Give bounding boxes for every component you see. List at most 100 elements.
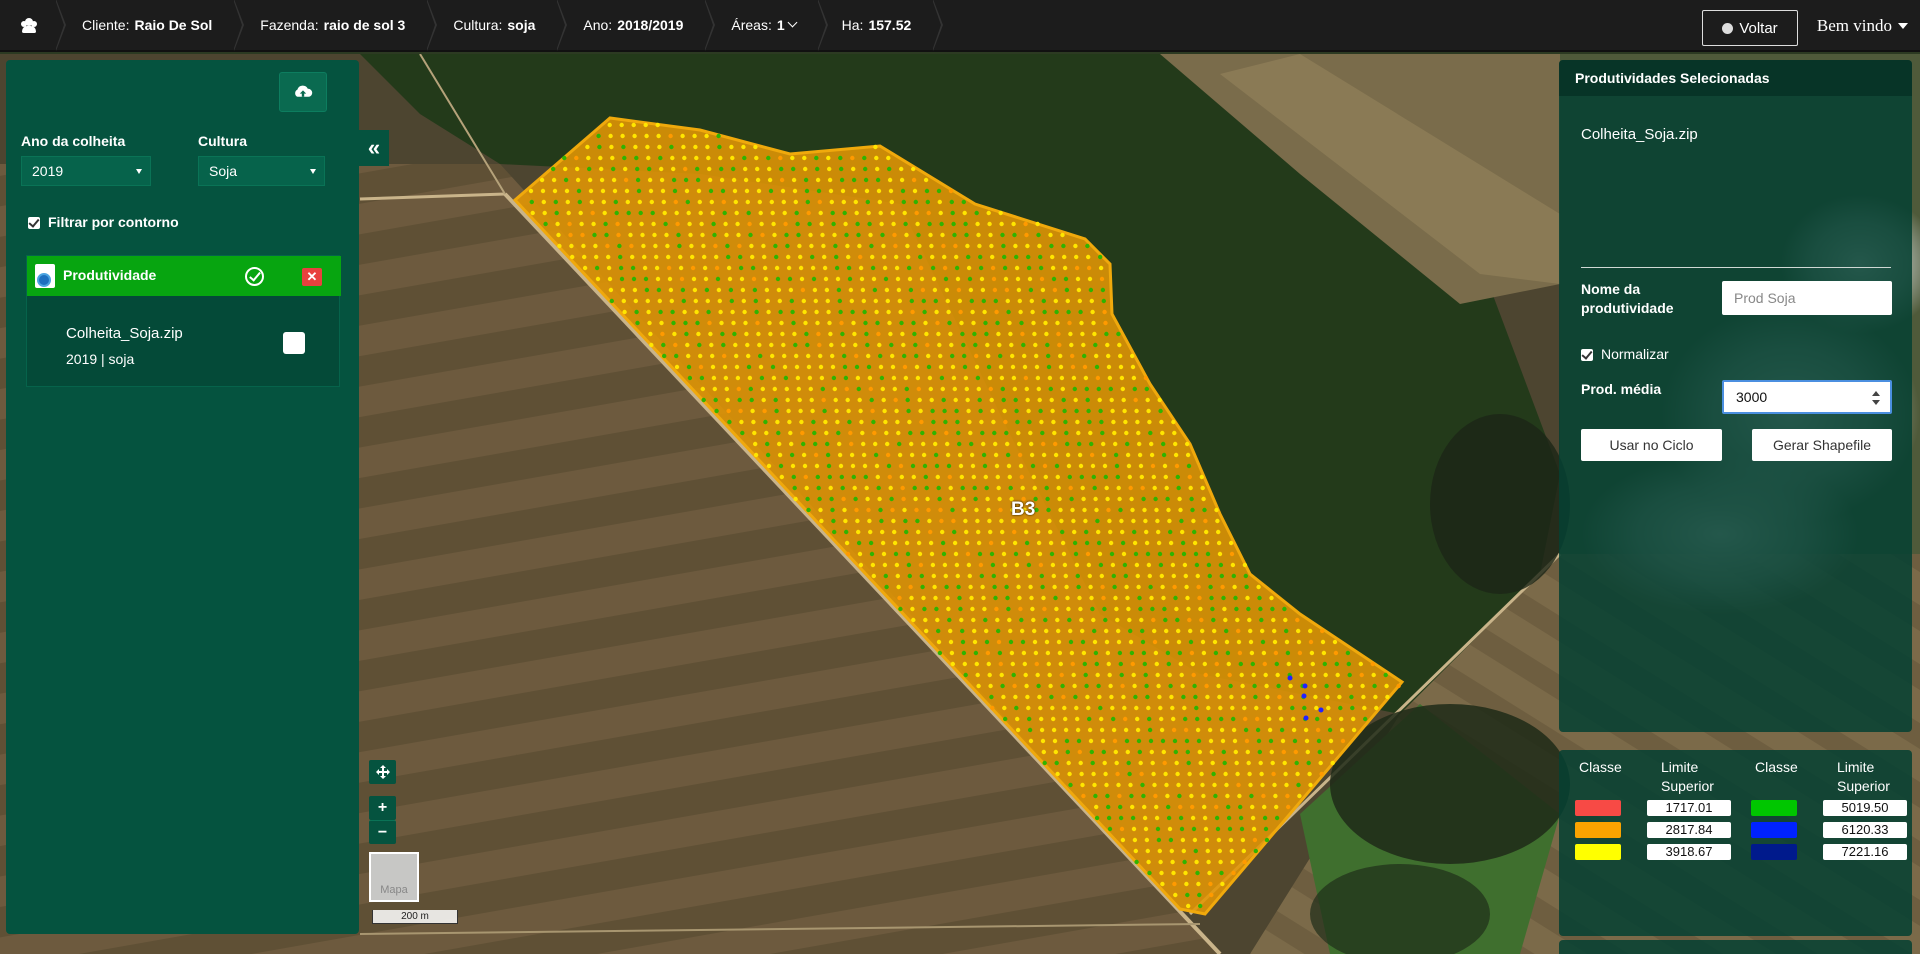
yield-point — [766, 309, 771, 315]
yield-point — [830, 353, 835, 359]
yield-point — [1140, 639, 1146, 645]
yield-point — [1322, 661, 1328, 667]
yield-point — [915, 221, 920, 227]
yield-point — [1142, 815, 1148, 821]
breadcrumb-home[interactable] — [0, 0, 66, 51]
yield-point — [766, 463, 772, 469]
gerar-shapefile-button[interactable]: Gerar Shapefile — [1752, 429, 1892, 461]
prod-media-input[interactable]: 3000 — [1722, 380, 1892, 414]
yield-point — [1227, 826, 1233, 832]
filtrar-checkbox[interactable] — [28, 217, 40, 229]
yield-point — [845, 551, 851, 557]
yield-point — [1189, 650, 1195, 656]
yield-point — [1336, 683, 1341, 689]
yield-point — [998, 364, 1004, 370]
yield-point — [953, 397, 958, 403]
yield-point — [977, 243, 982, 249]
yield-point — [1001, 397, 1006, 403]
yield-point — [1075, 716, 1080, 722]
yield-point — [932, 430, 937, 436]
yield-point — [695, 166, 700, 172]
yield-point — [1252, 683, 1257, 689]
voltar-button[interactable]: Voltar — [1702, 10, 1798, 46]
yield-point — [1137, 595, 1142, 601]
yield-point — [1003, 573, 1008, 579]
zoom-in-button[interactable]: + — [369, 796, 396, 820]
pan-button[interactable] — [369, 760, 396, 784]
yield-point — [621, 144, 626, 150]
breadcrumb-cliente[interactable]: Cliente: Raio De Sol — [56, 0, 245, 51]
yield-point — [1104, 782, 1109, 788]
yield-point — [1115, 617, 1120, 623]
yield-point — [984, 639, 990, 645]
yield-point — [813, 441, 818, 447]
yield-point — [1308, 628, 1313, 634]
produtividade-header[interactable]: Produtividade ✕ — [27, 256, 341, 296]
yield-point — [896, 287, 902, 293]
yield-point — [919, 276, 925, 282]
yield-point — [865, 496, 870, 502]
yield-point — [839, 166, 844, 172]
yield-point — [1229, 694, 1234, 700]
yield-point — [1089, 595, 1094, 601]
yield-point — [1231, 573, 1237, 579]
yield-point — [1113, 749, 1119, 755]
yield-point — [937, 199, 942, 205]
breadcrumb-areas[interactable]: Áreas: 1 — [705, 0, 828, 51]
yield-point — [718, 155, 723, 161]
ano-select[interactable]: 2019 — [21, 156, 151, 186]
yield-point — [951, 375, 957, 381]
yield-point — [1158, 705, 1163, 711]
yield-point — [1096, 386, 1102, 392]
yield-point — [1308, 639, 1314, 645]
yield-point — [1177, 496, 1182, 502]
yield-point — [622, 155, 627, 161]
yield-point — [970, 309, 975, 315]
yield-point — [976, 232, 981, 238]
close-icon[interactable]: ✕ — [302, 268, 322, 286]
yield-point — [687, 221, 692, 227]
file-checkbox[interactable] — [283, 332, 305, 354]
spinner-icon[interactable] — [1872, 391, 1880, 405]
cultura-select[interactable]: Soja — [198, 156, 325, 186]
yield-point — [961, 496, 966, 502]
yield-point — [940, 540, 946, 546]
breadcrumb-cultura[interactable]: Cultura: soja — [427, 0, 568, 51]
normalizar-checkbox[interactable] — [1581, 349, 1593, 361]
yield-point — [1196, 584, 1201, 590]
yield-point — [653, 243, 658, 249]
collapse-panel-button[interactable]: « — [359, 130, 389, 166]
yield-point — [683, 166, 688, 172]
yield-point — [1113, 452, 1119, 458]
yield-point — [779, 166, 784, 172]
check-circle-icon[interactable] — [245, 267, 264, 286]
yield-point — [931, 573, 936, 579]
yield-point — [1218, 562, 1224, 568]
yield-point — [1101, 749, 1107, 755]
zoom-out-button[interactable]: − — [369, 820, 396, 844]
yield-point — [913, 342, 918, 348]
breadcrumb-ano[interactable]: Ano: 2018/2019 — [557, 0, 716, 51]
nome-input[interactable]: Prod Soja — [1722, 281, 1892, 315]
breadcrumb-fazenda[interactable]: Fazenda: raio de sol 3 — [234, 0, 438, 51]
yield-point — [933, 441, 938, 447]
caret-down-icon — [1898, 23, 1908, 29]
yield-point — [1125, 441, 1130, 447]
yield-point — [1227, 672, 1232, 678]
yield-point — [1266, 705, 1271, 711]
yield-point — [1034, 353, 1039, 359]
yield-point — [984, 485, 989, 491]
yield-point — [997, 650, 1003, 656]
user-menu[interactable]: Bem vindo — [1817, 0, 1908, 52]
usar-no-ciclo-button[interactable]: Usar no Ciclo — [1581, 429, 1722, 461]
upload-button[interactable] — [279, 72, 327, 112]
yield-point — [854, 507, 859, 513]
nome-placeholder: Prod Soja — [1734, 290, 1796, 306]
yield-point — [680, 133, 685, 139]
minimap-toggle[interactable]: Mapa — [369, 852, 419, 902]
yield-point — [1014, 408, 1019, 414]
yield-point — [1018, 309, 1023, 315]
yield-point — [601, 199, 606, 205]
yield-point — [745, 199, 750, 205]
yield-point — [857, 243, 862, 249]
